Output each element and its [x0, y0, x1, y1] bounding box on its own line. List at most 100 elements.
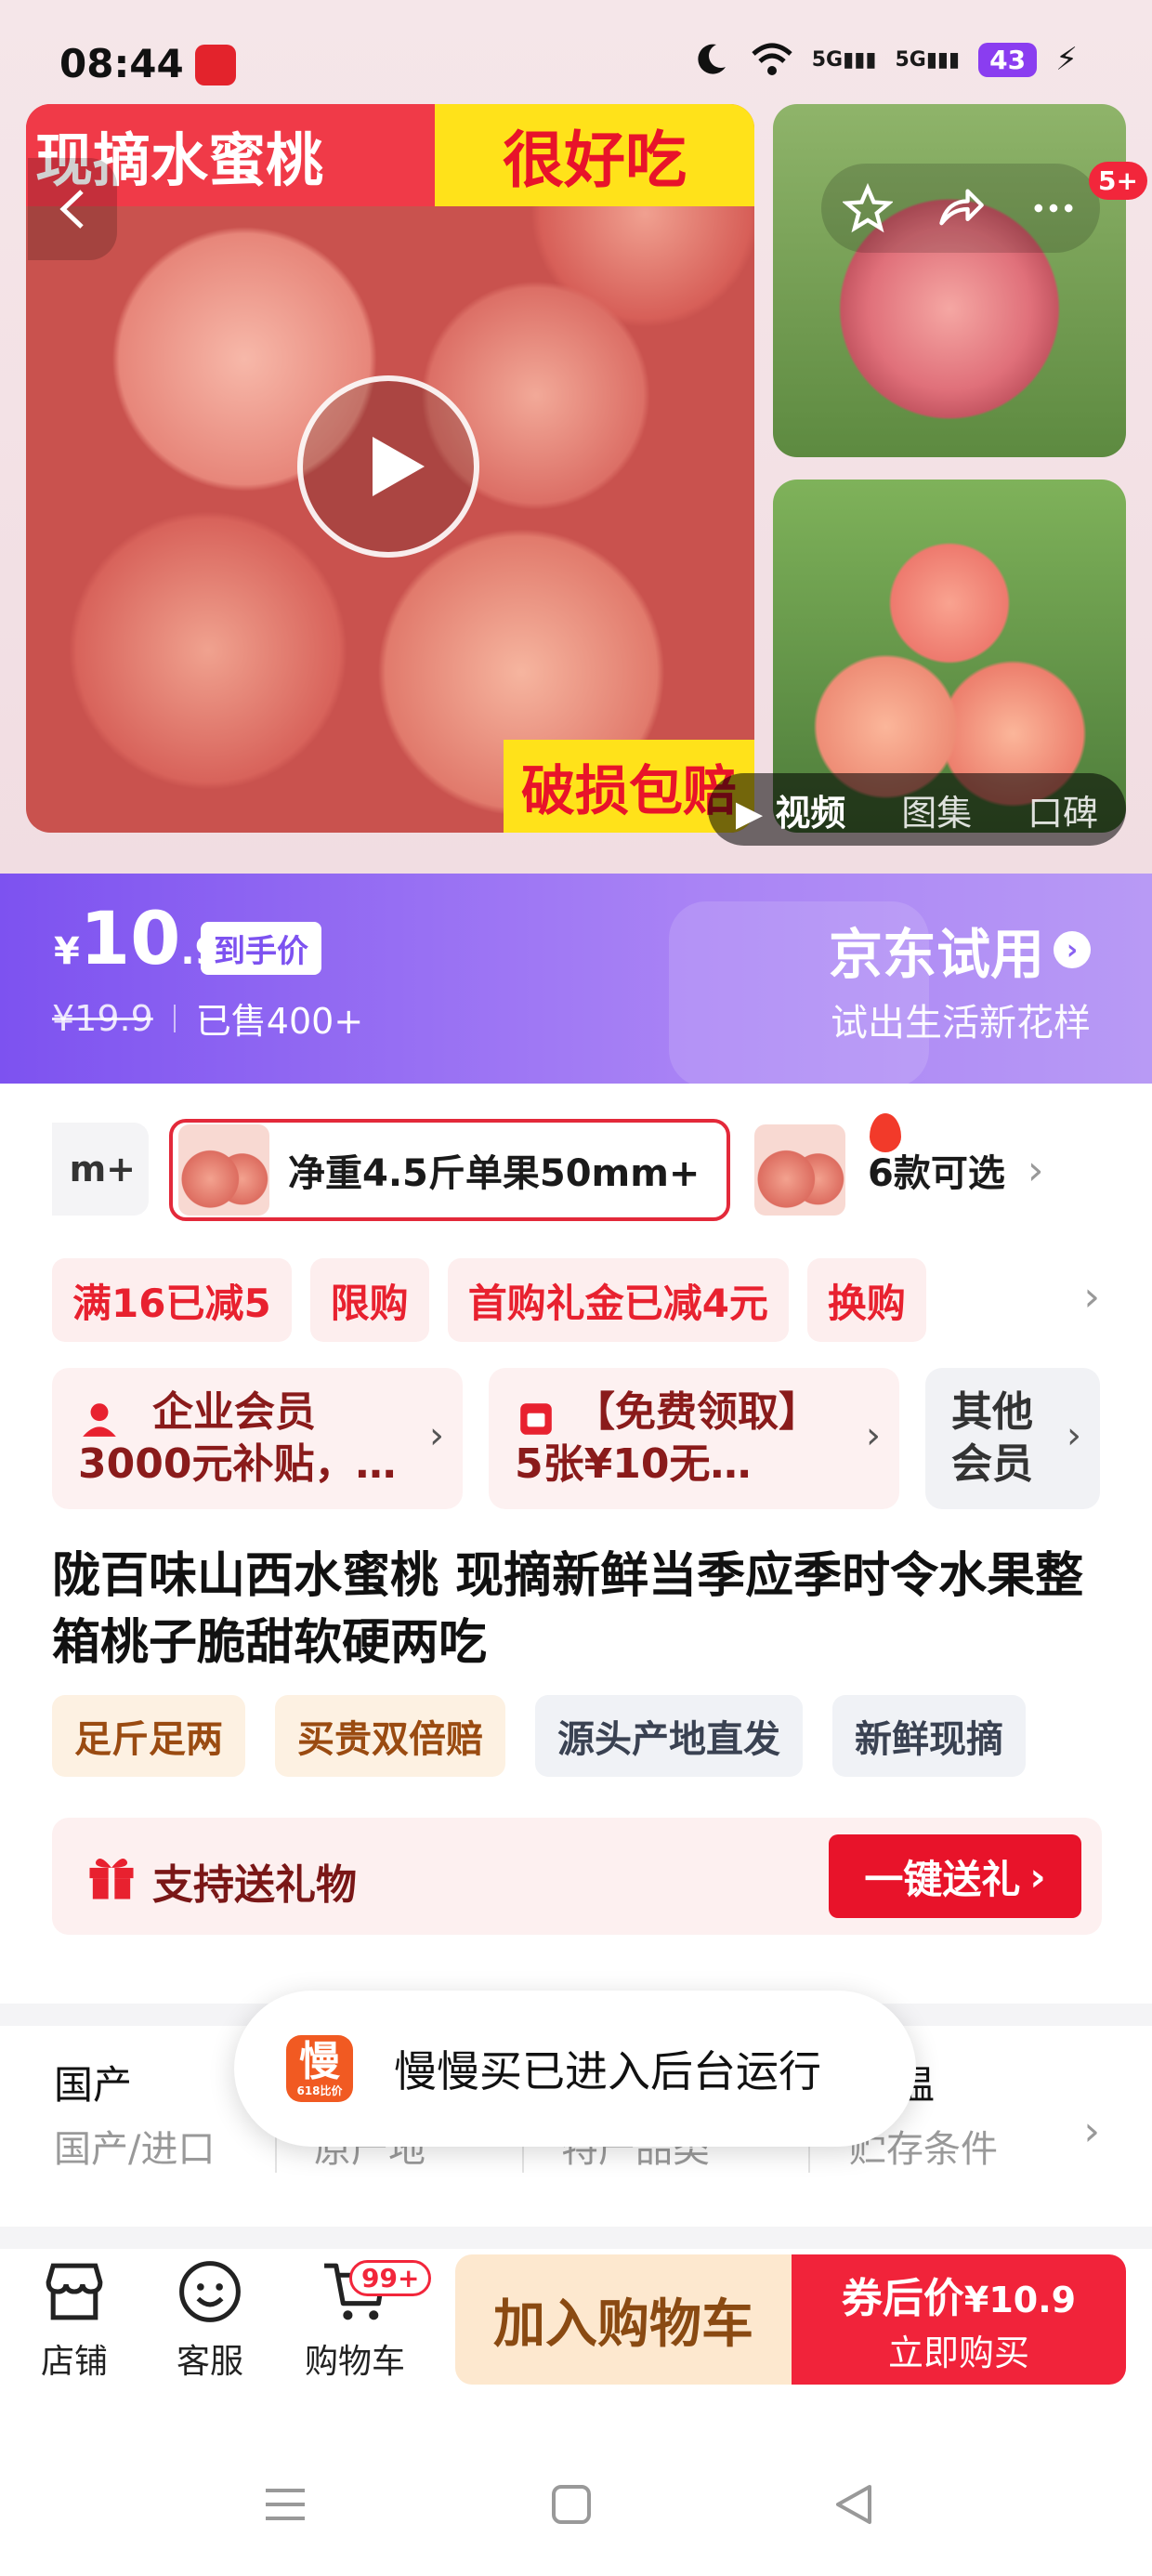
product-gallery: 现摘水蜜桃 很好吃 破损包赔 5+ ▶ 视频 图集 口碑 — [0, 0, 1152, 874]
signal-5g-label-2: 5G — [895, 47, 926, 72]
enterprise-member-text: 企业会员 3000元补贴，… — [78, 1388, 397, 1488]
send-gift-label: 一键送礼 — [864, 1856, 1021, 1902]
banner-right-text: 很好吃 — [435, 104, 754, 206]
background-running-toast: 慢 618比价 慢慢买已进入后台运行 — [234, 1991, 916, 2147]
section-divider — [0, 2227, 1152, 2249]
spec-option-selected[interactable]: 净重4.5斤单果50mm+ — [169, 1113, 901, 1221]
chevron-right-icon[interactable]: › — [1083, 1273, 1100, 1321]
store-button[interactable]: 店铺 — [19, 2256, 130, 2383]
promo-tag[interactable]: 满16已减5 — [52, 1258, 292, 1342]
chevron-right-icon: › — [1067, 1414, 1081, 1457]
coupon-member-card[interactable]: 【免费领取】5张¥10无… › — [489, 1368, 899, 1509]
other-member-card[interactable]: 其他会员 › — [925, 1368, 1100, 1509]
charging-icon: ⚡ — [1055, 41, 1078, 78]
final-price: ¥ 10 .9 — [54, 898, 220, 981]
feature-tag: 买贵双倍赔 — [275, 1695, 505, 1777]
spec-selector: m+ 净重4.5斤单果50mm+ 6款可选 › — [0, 1113, 1152, 1225]
tab-reviews[interactable]: 口碑 — [1028, 784, 1098, 835]
enterprise-member-card[interactable]: 企业会员 3000元补贴，… › — [52, 1368, 463, 1509]
app-notification-icon — [195, 45, 236, 85]
gift-icon — [89, 1858, 134, 1899]
photo-banner: 现摘水蜜桃 很好吃 — [26, 104, 754, 206]
original-price-line: ¥19.9 已售400+ — [52, 992, 363, 1044]
spec-more-options[interactable]: 6款可选 › — [754, 1119, 1043, 1221]
price-currency: ¥ — [54, 930, 80, 973]
spec-thumbnail — [178, 1124, 269, 1216]
status-icons: 5G▮▮▮ 5G▮▮▮ 43 ⚡ — [689, 41, 1078, 78]
customer-service-label: 客服 — [176, 2343, 243, 2381]
promo-tag[interactable]: 限购 — [309, 1258, 429, 1342]
tab-video-label: 视频 — [775, 792, 846, 834]
tab-gallery[interactable]: 图集 — [901, 784, 972, 835]
promo-tag[interactable]: 首购礼金已减4元 — [447, 1258, 789, 1342]
star-icon[interactable] — [843, 183, 893, 233]
toast-icon-char: 慢 — [299, 2038, 340, 2085]
cart-count-badge: 99+ — [349, 2260, 432, 2296]
status-bar: 08:44 5G▮▮▮ 5G▮▮▮ 43 ⚡ — [0, 0, 1152, 102]
price-integer: 10 — [79, 898, 181, 981]
feature-tags: 足斤足两 买贵双倍赔 源头产地直发 新鲜现摘 — [52, 1695, 1026, 1777]
menu-nav-button[interactable] — [253, 2472, 318, 2537]
wifi-icon — [752, 43, 792, 75]
buy-now-button[interactable]: 券后价¥10.9 立即购买 — [792, 2254, 1126, 2385]
battery-icon: 43 — [978, 42, 1038, 77]
play-icon[interactable] — [297, 375, 479, 558]
chevron-right-icon: › — [1054, 931, 1091, 968]
send-gift-button[interactable]: 一键送礼 › — [829, 1834, 1081, 1918]
final-price-tag: 到手价 — [201, 922, 321, 975]
system-navigation-bar — [0, 2453, 1152, 2556]
feature-tag: 源头产地直发 — [535, 1695, 803, 1777]
message-badge: 5+ — [1089, 162, 1147, 200]
home-nav-button[interactable] — [539, 2472, 604, 2537]
customer-service-button[interactable]: 客服 — [154, 2256, 266, 2383]
chevron-right-icon: › — [1083, 2108, 1100, 2155]
coupon-price-value: ¥10.9 — [963, 2279, 1077, 2320]
tab-video[interactable]: ▶ 视频 — [736, 784, 845, 835]
gift-label: 支持送礼物 — [152, 1861, 357, 1909]
moon-icon — [698, 44, 726, 74]
spec-selected-label: 净重4.5斤单果50mm+ — [288, 1152, 700, 1195]
spec-option-previous[interactable]: m+ — [52, 1123, 149, 1216]
status-time: 08:44 — [59, 41, 184, 86]
attr-label: 国产/进口 — [54, 2128, 216, 2171]
store-label: 店铺 — [40, 2343, 108, 2381]
chevron-right-icon: › — [429, 1414, 444, 1457]
signal-5g-label-1: 5G — [811, 47, 844, 72]
menu-icon — [266, 2489, 305, 2520]
other-member-text: 其他会员 — [951, 1388, 1033, 1488]
promotion-tags: 满16已减5 限购 首购礼金已减4元 换购 — [52, 1258, 1102, 1342]
sold-count: 已售400+ — [195, 1001, 364, 1042]
feature-tag: 新鲜现摘 — [832, 1695, 1026, 1777]
chevron-right-icon: › — [866, 1414, 881, 1457]
toast-message: 慢慢买已进入后台运行 — [394, 2046, 821, 2096]
back-button[interactable] — [28, 158, 117, 260]
coupon-icon — [520, 1403, 552, 1435]
signal-5g-icon-1: 5G▮▮▮ — [811, 47, 877, 72]
coupon-member-text: 【免费领取】5张¥10无… — [515, 1388, 819, 1488]
main-product-video[interactable]: 现摘水蜜桃 很好吃 破损包赔 — [26, 104, 754, 833]
promo-tag[interactable]: 换购 — [806, 1258, 926, 1342]
product-title: 陇百味山西水蜜桃 现摘新鲜当季应季时令水果整箱桃子脆甜软硬两吃 — [52, 1548, 1084, 1671]
share-icon[interactable] — [936, 183, 986, 233]
manmanmai-app-icon: 慢 618比价 — [286, 2035, 353, 2102]
jd-trial-title: 京东试用 — [828, 923, 1044, 986]
divider — [275, 2136, 277, 2173]
attr-value: 国产 — [54, 2062, 133, 2108]
more-icon[interactable] — [1028, 183, 1079, 233]
square-home-icon — [552, 2485, 591, 2524]
gallery-thumbnail-1[interactable] — [773, 104, 1126, 457]
spec-more-label: 6款可选 — [868, 1152, 1005, 1195]
original-price: ¥19.9 — [52, 997, 153, 1039]
back-nav-button[interactable] — [821, 2472, 886, 2537]
cart-label: 购物车 — [304, 2343, 405, 2381]
bottom-action-bar: 店铺 客服 购物车 99+ 加入购物车 券后价¥10.9 立即购买 — [0, 2249, 1152, 2409]
chevron-left-icon — [59, 190, 84, 229]
toast-icon-sub: 618比价 — [296, 2084, 343, 2097]
jd-trial-link[interactable]: 京东试用 › — [829, 911, 1091, 989]
store-icon — [46, 2263, 103, 2320]
add-to-cart-button[interactable]: 加入购物车 — [455, 2254, 792, 2385]
top-action-group — [821, 164, 1100, 253]
chevron-right-icon: › — [1027, 1146, 1044, 1194]
coupon-price-line: 券后价¥10.9 — [842, 2265, 1076, 2324]
gift-support-bar: 支持送礼物 一键送礼 › — [52, 1818, 1102, 1935]
